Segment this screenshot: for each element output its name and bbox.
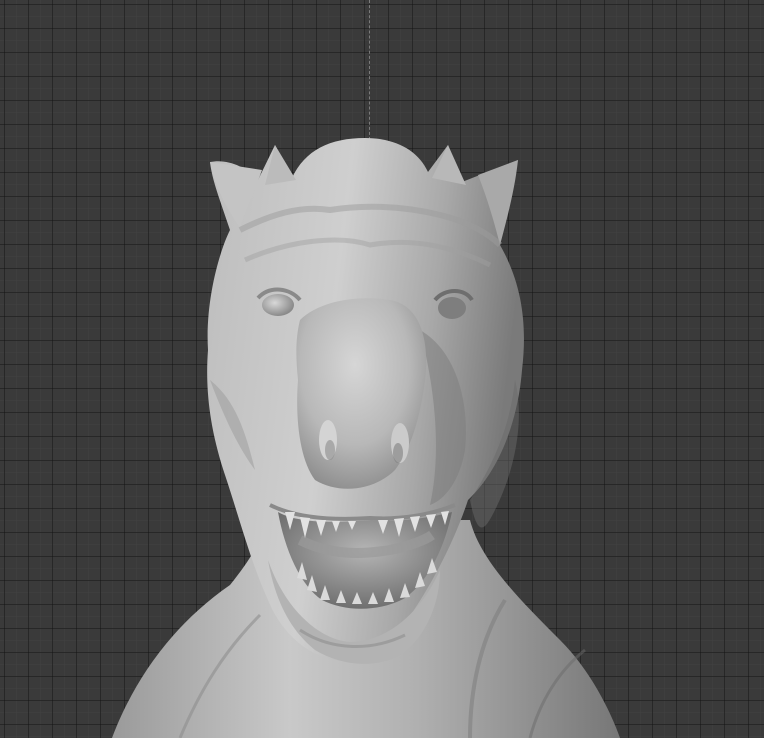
3d-viewport[interactable] xyxy=(0,0,764,738)
dinosaur-model[interactable] xyxy=(0,0,764,738)
left-eye xyxy=(262,294,294,316)
right-eye xyxy=(438,297,466,319)
